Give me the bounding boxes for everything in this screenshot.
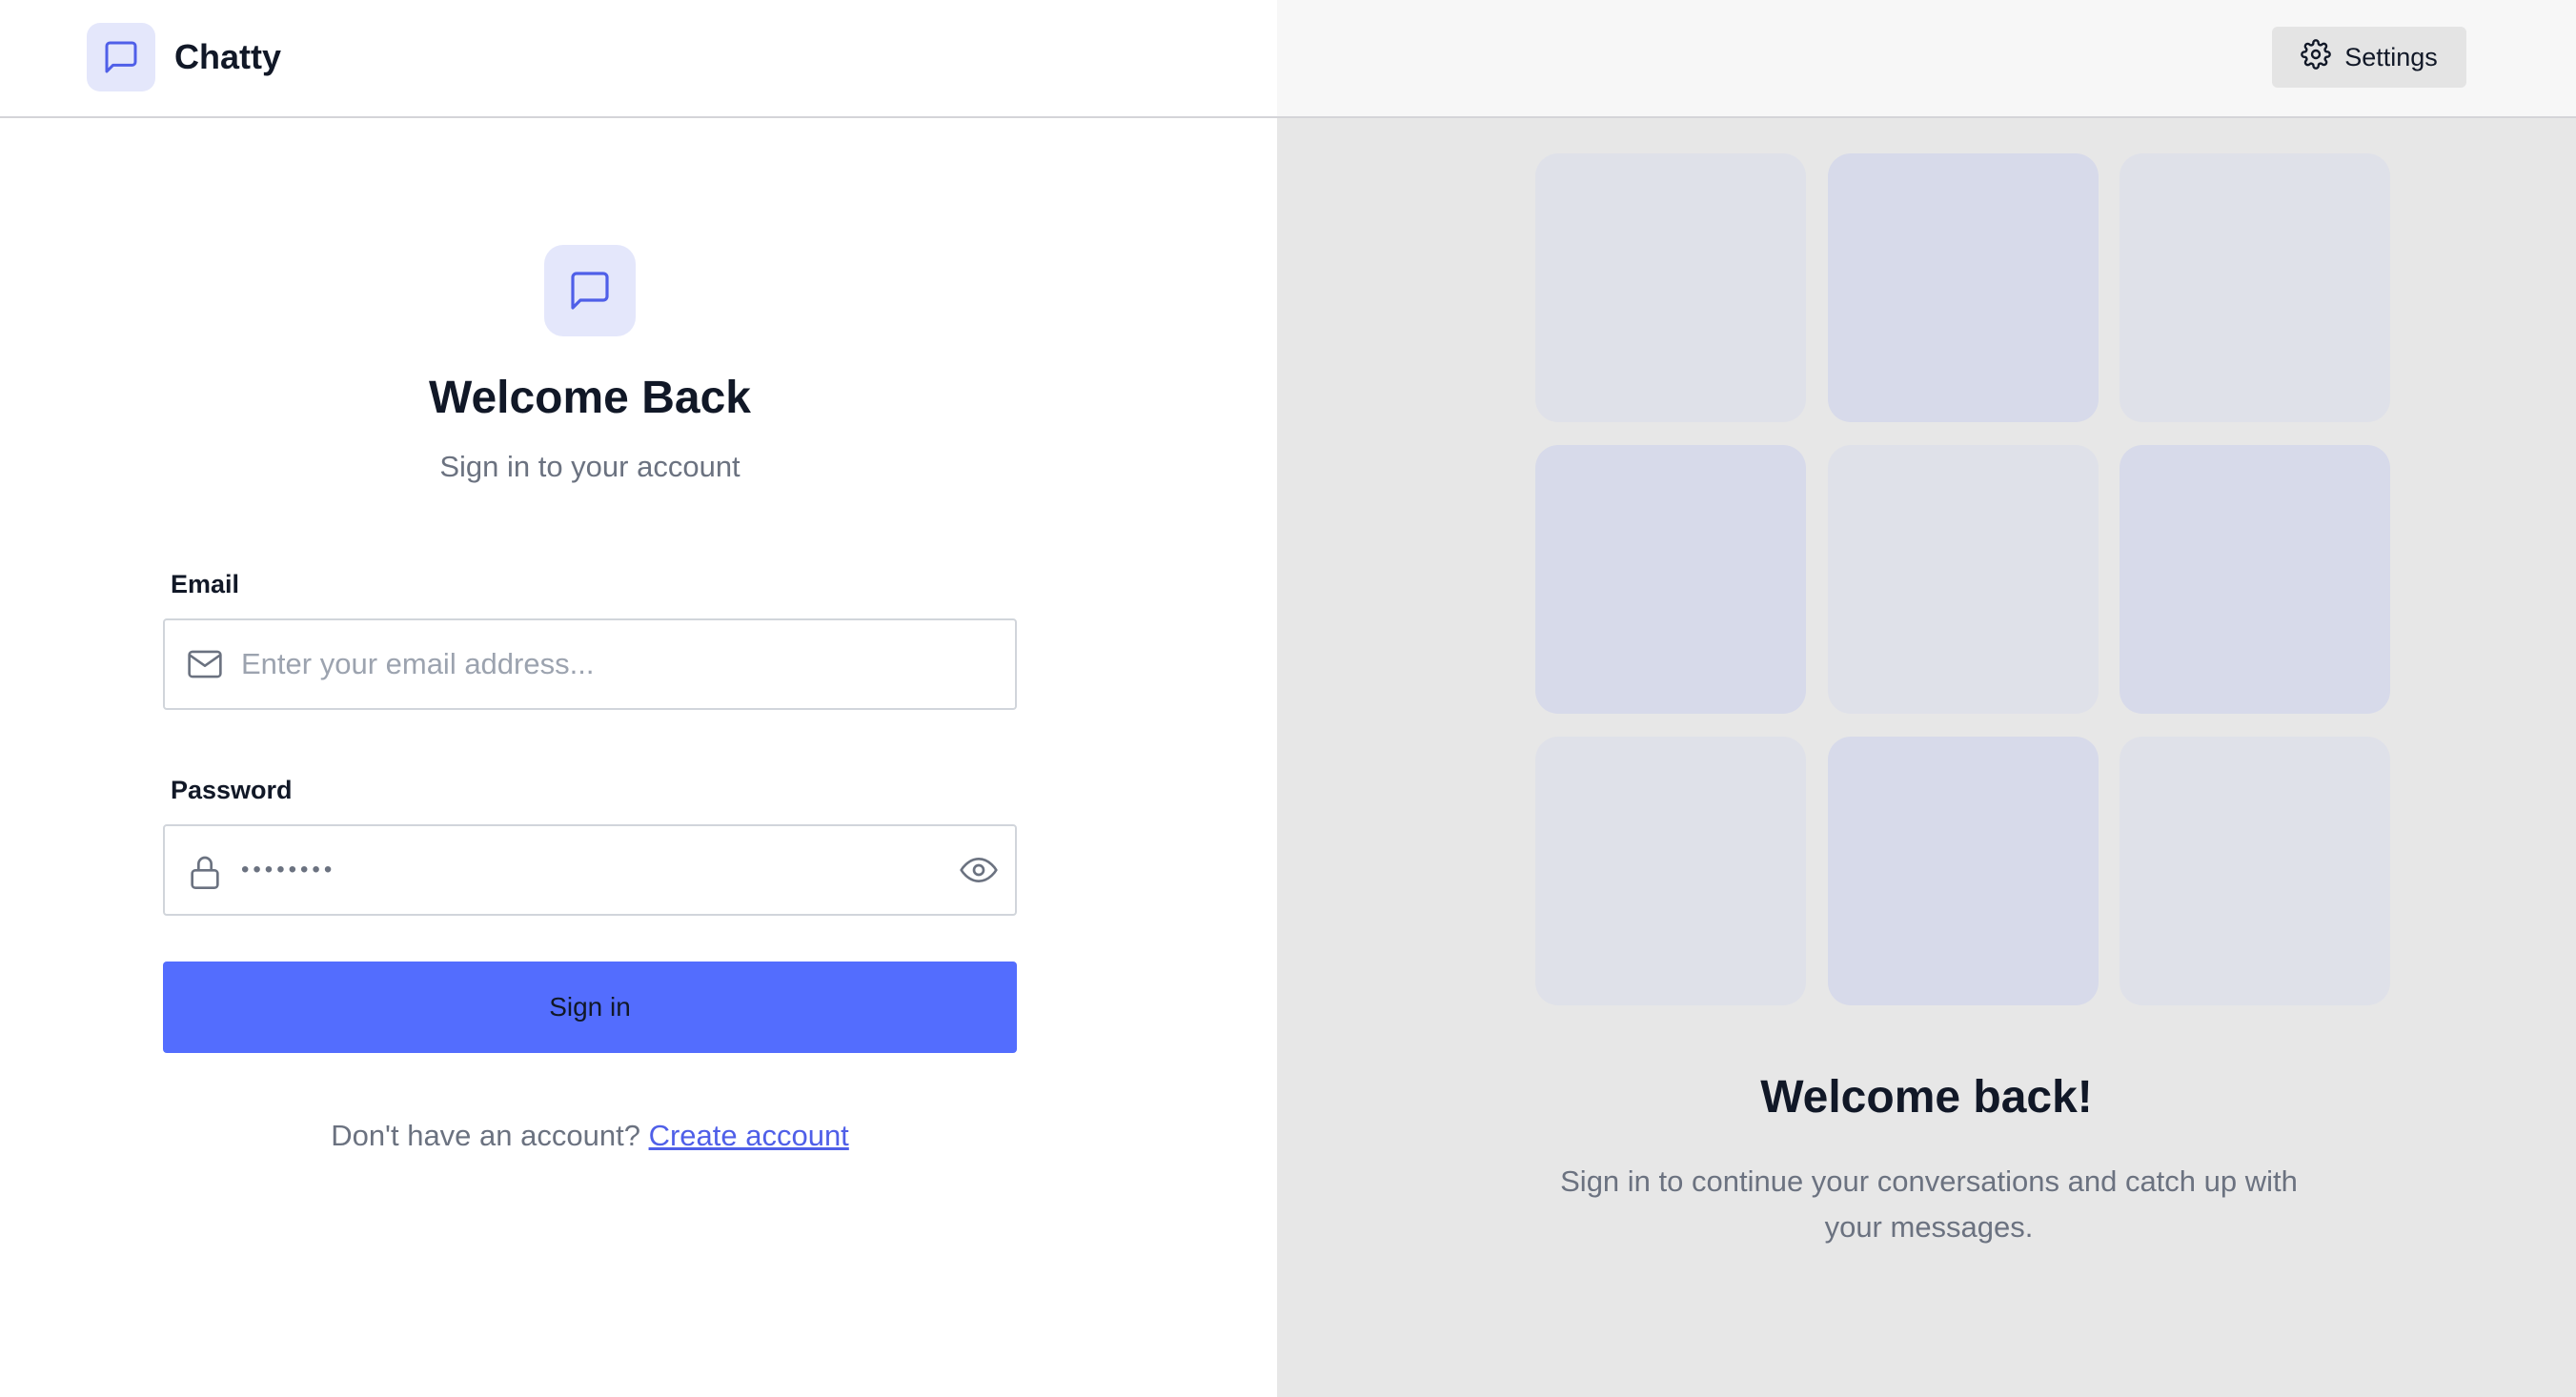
- email-input[interactable]: [241, 620, 927, 708]
- create-account-link[interactable]: Create account: [649, 1119, 849, 1152]
- promo-text: Sign in to continue your conversations a…: [1560, 1164, 2298, 1244]
- settings-button[interactable]: Settings: [2272, 27, 2466, 88]
- toggle-password-visibility-button[interactable]: [960, 851, 998, 892]
- password-field-wrapper: [163, 824, 1017, 916]
- pattern-tile: [1535, 737, 1806, 1005]
- password-label: Password: [171, 776, 293, 804]
- password-input[interactable]: [241, 826, 927, 914]
- pattern-tile: [2120, 153, 2390, 422]
- signup-prompt-text: Don't have an account?: [331, 1119, 649, 1152]
- email-label: Email: [171, 570, 240, 598]
- page-title: Welcome Back: [429, 373, 751, 423]
- settings-label: Settings: [2344, 42, 2438, 71]
- gear-icon: [2301, 38, 2332, 76]
- pattern-tile: [1535, 445, 1806, 714]
- message-square-icon: [87, 23, 155, 91]
- pattern-tile: [1828, 153, 2099, 422]
- sign-in-button[interactable]: Sign in: [163, 962, 1017, 1053]
- pattern-tile: [1535, 153, 1806, 422]
- login-panel: Welcome Back Sign in to your account Ema…: [0, 118, 1277, 1397]
- top-navbar: Chatty Settings: [0, 0, 2576, 118]
- pattern-tile: [2120, 445, 2390, 714]
- pattern-tile: [2120, 737, 2390, 1005]
- message-square-icon: [544, 245, 636, 336]
- email-field-wrapper: [163, 618, 1017, 710]
- pattern-tile: [1828, 445, 2099, 714]
- eye-icon: [960, 858, 998, 892]
- promo-panel: Welcome back! Sign in to continue your c…: [1277, 118, 2576, 1397]
- page-subtitle: Sign in to your account: [439, 450, 740, 483]
- pattern-tile: [1828, 737, 2099, 1005]
- mail-icon: [186, 647, 224, 686]
- promo-title: Welcome back!: [1760, 1072, 2093, 1123]
- lock-icon: [186, 853, 224, 896]
- app-name: Chatty: [174, 37, 282, 76]
- signup-prompt: Don't have an account? Create account: [0, 1119, 1180, 1153]
- brand[interactable]: Chatty: [87, 23, 281, 91]
